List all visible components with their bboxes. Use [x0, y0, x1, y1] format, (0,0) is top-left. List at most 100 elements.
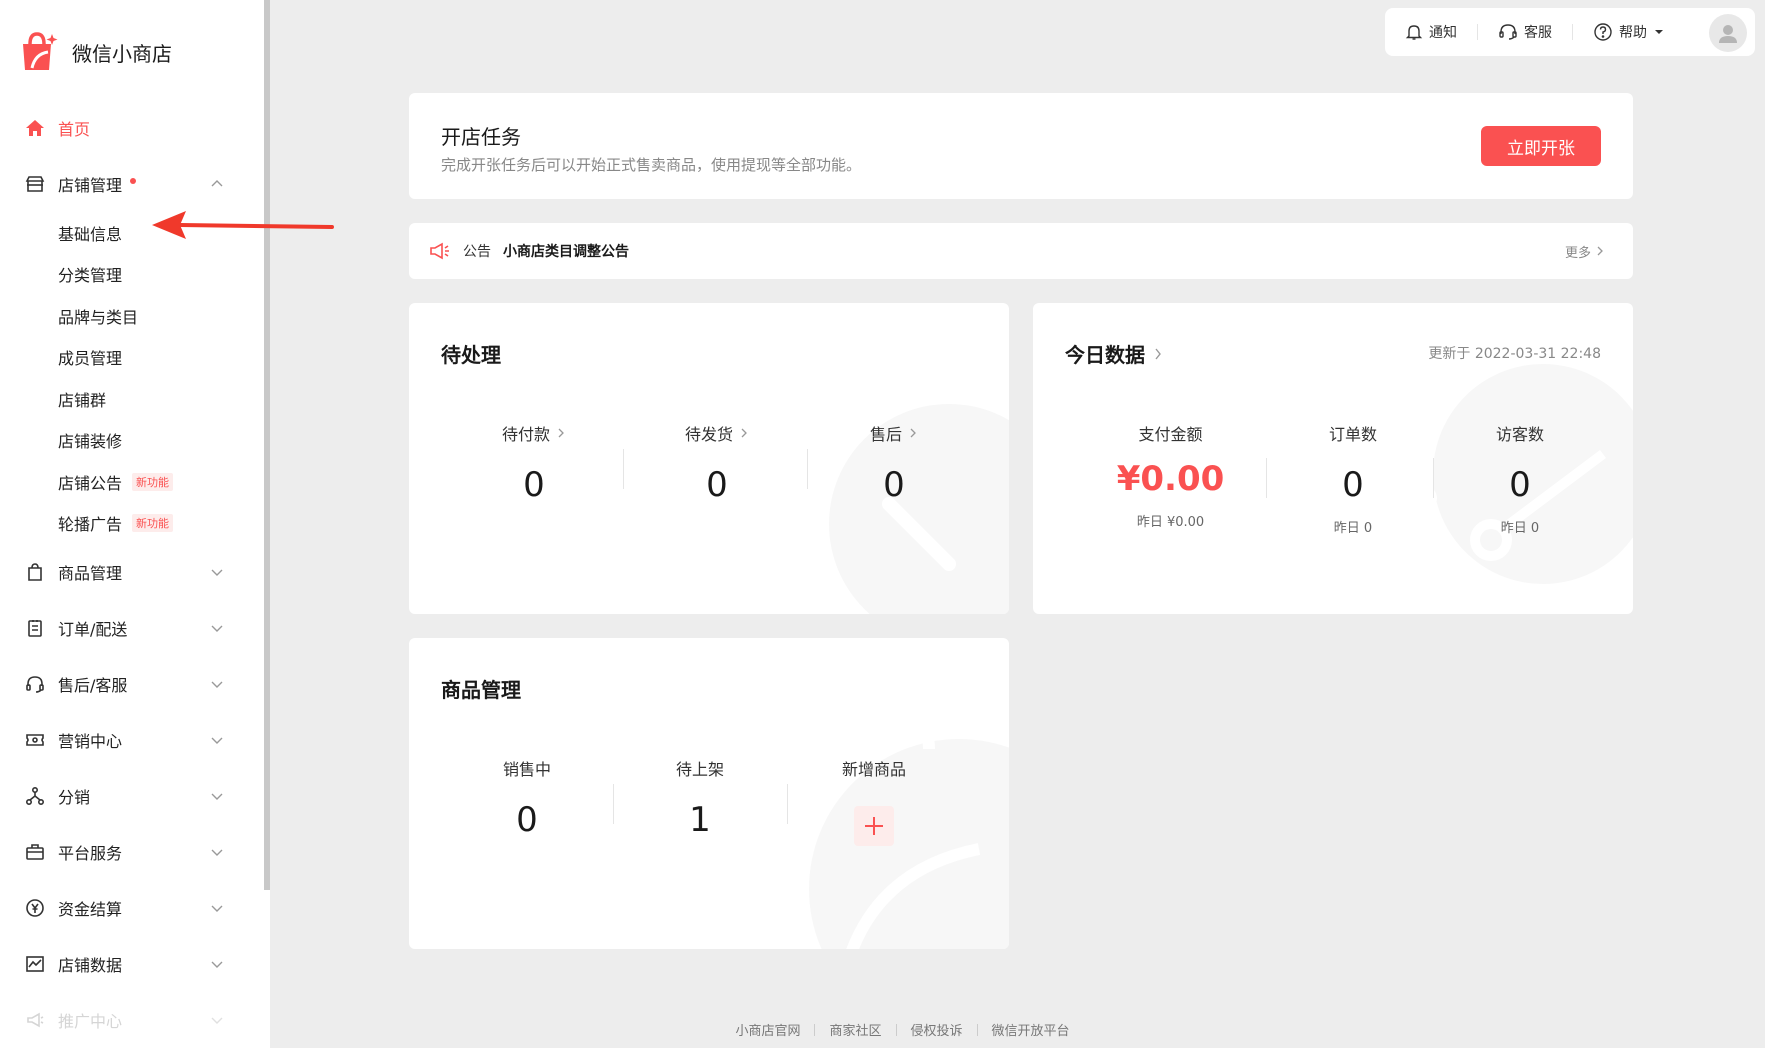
task-description: 完成开张任务后可以开始正式售卖商品，使用提现等全部功能。 — [441, 156, 862, 174]
chevron-down-icon — [211, 625, 223, 632]
after-sales-link[interactable]: 售后 — [829, 421, 959, 445]
clipboard-icon — [24, 617, 46, 639]
chevron-up-icon — [211, 180, 223, 187]
sidebar-item-label: 订单/配送 — [58, 620, 128, 639]
sidebar-item-label: 首页 — [58, 120, 91, 139]
sidebar-item-distribution[interactable]: 分销 — [0, 768, 264, 824]
new-feature-badge: 新功能 — [132, 514, 174, 533]
sidebar-item-label: 商品管理 — [58, 564, 123, 583]
chevron-down-icon — [211, 681, 223, 688]
store-submenu: 基础信息 分类管理 品牌与类目 成员管理 店铺群 店铺装修 店铺公告 新功能 轮… — [0, 212, 264, 544]
chevron-right-icon — [741, 428, 747, 438]
orders-value: 0 — [1342, 465, 1364, 505]
notify-label: 通知 — [1429, 25, 1457, 41]
divider — [623, 449, 624, 489]
sidebar-item-store-management[interactable]: 店铺管理 — [0, 156, 264, 212]
service-label: 客服 — [1524, 25, 1552, 41]
submenu-label: 品牌与类目 — [58, 307, 139, 327]
sidebar-item-home[interactable]: 首页 — [0, 100, 264, 156]
visitors-yesterday: 昨日 0 — [1500, 521, 1540, 536]
footer-link-open-platform[interactable]: 微信开放平台 — [978, 1020, 1084, 1039]
stat-order-count: 订单数 0 昨日 0 — [1288, 421, 1418, 536]
submenu-item-brand[interactable]: 品牌与类目 — [0, 295, 264, 337]
red-arrow-annotation — [152, 211, 334, 239]
chevron-down-icon — [211, 793, 223, 800]
payment-yesterday: 昨日 ¥0.00 — [1136, 515, 1205, 530]
open-store-button[interactable]: 立即开张 — [1481, 126, 1601, 166]
sidebar-item-label: 资金结算 — [58, 900, 123, 919]
divider — [613, 784, 614, 824]
sidebar-item-platform-services[interactable]: 平台服务 — [0, 824, 264, 880]
help-dropdown[interactable]: 帮助 — [1573, 20, 1685, 44]
add-goods-button[interactable] — [854, 806, 894, 846]
plus-icon — [865, 817, 883, 835]
pending-title: 待处理 — [441, 343, 501, 367]
submenu-item-members[interactable]: 成员管理 — [0, 337, 264, 379]
more-label: 更多 — [1564, 245, 1591, 261]
to-ship-link[interactable]: 待发货 — [652, 421, 782, 445]
customer-service-button[interactable]: 客服 — [1478, 20, 1572, 44]
sidebar-scrollbar[interactable] — [264, 0, 270, 890]
submenu-label: 成员管理 — [58, 349, 123, 369]
stat-after-sales: 售后 0 — [829, 421, 959, 505]
submenu-label: 店铺群 — [58, 390, 107, 410]
chevron-down-icon — [211, 569, 223, 576]
footer-link-community[interactable]: 商家社区 — [815, 1020, 895, 1039]
app-name: 微信小商店 — [72, 41, 172, 66]
submenu-label: 轮播广告 — [58, 515, 123, 535]
headset-icon — [24, 673, 46, 695]
sidebar-item-goods[interactable]: 商品管理 — [0, 544, 264, 600]
sidebar-item-marketing[interactable]: 营销中心 — [0, 712, 264, 768]
announcement-title[interactable]: 小商店类目调整公告 — [503, 241, 629, 261]
pending-card: 待处理 待付款 0 待发货 0 售后 0 — [409, 303, 1009, 614]
footer-link-complaint[interactable]: 侵权投诉 — [897, 1020, 977, 1039]
sidebar-item-label: 店铺数据 — [58, 956, 123, 975]
on-sale-label: 销售中 — [502, 760, 551, 779]
help-label: 帮助 — [1619, 25, 1647, 41]
logo[interactable]: 微信小商店 — [20, 32, 172, 72]
store-icon — [24, 173, 46, 195]
submenu-item-category[interactable]: 分类管理 — [0, 254, 264, 296]
sidebar-item-label: 售后/客服 — [58, 676, 128, 695]
notify-button[interactable]: 通知 — [1385, 20, 1477, 44]
more-link[interactable]: 更多 — [1565, 223, 1605, 279]
sidebar-item-finance[interactable]: 资金结算 — [0, 880, 264, 936]
shop-bag-logo-icon — [23, 32, 58, 70]
payment-label: 支付金额 — [1138, 425, 1203, 444]
stat-pending-listing[interactable]: 待上架 1 — [645, 756, 755, 840]
footer: 小商店官网 商家社区 侵权投诉 微信开放平台 — [0, 1020, 1765, 1039]
submenu-item-carousel[interactable]: 轮播广告 新功能 — [0, 503, 264, 545]
chevron-down-icon — [211, 849, 223, 856]
avatar[interactable] — [1709, 14, 1747, 52]
sidebar-item-label: 营销中心 — [58, 732, 123, 751]
sidebar-menu: 首页 店铺管理 基础信息 分类管理 品牌与类目 成员管理 店铺群 店铺装修 店铺… — [0, 100, 264, 1048]
today-data-link[interactable]: 今日数据 — [1065, 339, 1163, 368]
sidebar-item-label: 平台服务 — [58, 844, 123, 863]
on-sale-count: 0 — [516, 800, 538, 840]
chevron-right-icon — [1597, 246, 1603, 256]
chevron-right-icon — [558, 428, 564, 438]
submenu-label: 店铺公告 — [58, 473, 123, 493]
yen-circle-icon — [24, 897, 46, 919]
announcement-bar: 公告 小商店类目调整公告 更多 — [409, 223, 1633, 279]
submenu-item-store-group[interactable]: 店铺群 — [0, 378, 264, 420]
footer-link-official-site[interactable]: 小商店官网 — [721, 1020, 814, 1039]
unpaid-link[interactable]: 待付款 — [469, 421, 599, 445]
megaphone-icon — [430, 242, 449, 260]
sidebar-item-after-sales[interactable]: 售后/客服 — [0, 656, 264, 712]
sidebar-item-store-data[interactable]: 店铺数据 — [0, 936, 264, 992]
announcement-tag: 公告 — [463, 244, 491, 260]
submenu-item-announcement[interactable]: 店铺公告 新功能 — [0, 461, 264, 503]
chevron-right-icon — [1155, 348, 1161, 359]
stat-add-goods: 新增商品 — [809, 756, 939, 846]
submenu-item-decoration[interactable]: 店铺装修 — [0, 420, 264, 462]
chevron-right-icon — [910, 428, 916, 438]
stat-on-sale[interactable]: 销售中 0 — [472, 756, 582, 840]
orders-yesterday: 昨日 0 — [1333, 521, 1373, 536]
shopping-bag-icon — [24, 561, 46, 583]
submenu-label: 店铺装修 — [58, 432, 123, 452]
sidebar-item-label: 店铺管理 — [58, 176, 123, 195]
user-icon — [1719, 25, 1737, 43]
sidebar-item-orders[interactable]: 订单/配送 — [0, 600, 264, 656]
divider — [1433, 458, 1434, 498]
